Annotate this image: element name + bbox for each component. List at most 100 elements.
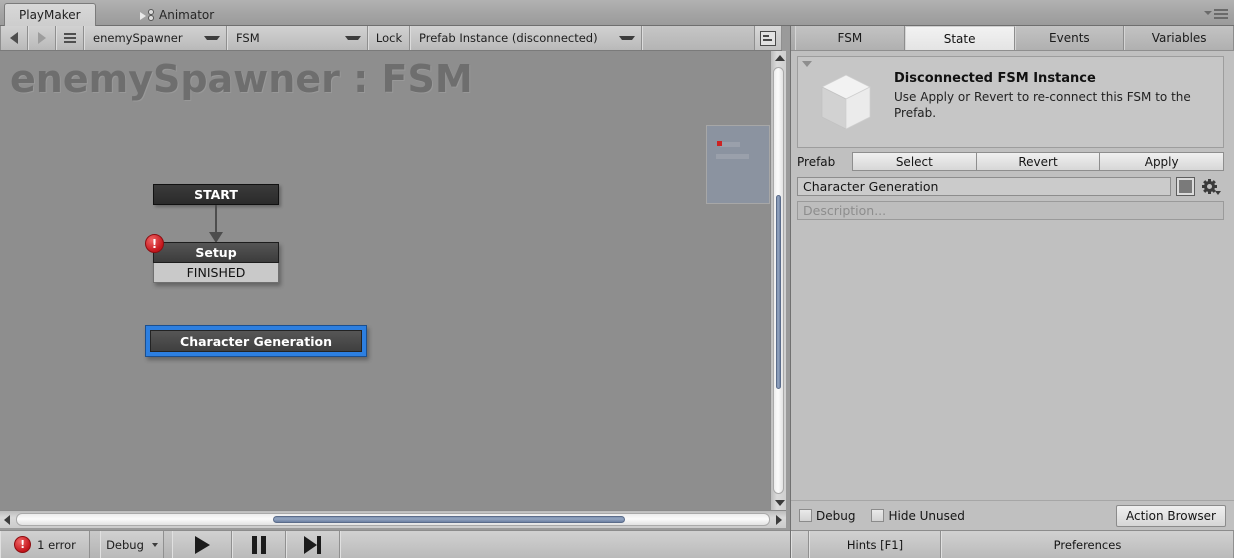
status-gap	[90, 531, 100, 558]
tab-fsm[interactable]: FSM	[795, 26, 905, 50]
fsm-selector-dropdown[interactable]: FSM	[227, 26, 368, 50]
chevron-down-icon	[151, 542, 158, 547]
inspector-panel: FSM State Events Variables Disconnected	[790, 26, 1234, 558]
layout-button[interactable]	[754, 26, 782, 50]
pause-button[interactable]	[232, 531, 286, 558]
prefab-notice-body: Use Apply or Revert to re-connect this F…	[894, 90, 1191, 121]
window-tab-label: PlayMaker	[19, 8, 81, 22]
object-selector-dropdown[interactable]: enemySpawner	[84, 26, 227, 50]
apply-button[interactable]: Apply	[1099, 152, 1225, 171]
scroll-left-icon[interactable]	[4, 515, 10, 525]
vertical-scrollbar[interactable]	[770, 51, 786, 510]
state-node-label: Setup	[153, 242, 279, 263]
error-count-label: 1 error	[37, 537, 76, 552]
checkbox-icon	[799, 509, 812, 522]
lock-label: Lock	[375, 31, 403, 45]
tab-label: FSM	[837, 31, 863, 45]
window-menu-icon[interactable]	[1204, 8, 1228, 20]
action-browser-button[interactable]: Action Browser	[1115, 504, 1226, 527]
status-bar-filler	[340, 531, 790, 558]
debug-label: Debug	[106, 537, 144, 552]
hide-unused-checkbox[interactable]: Hide Unused	[871, 509, 965, 523]
play-button[interactable]	[172, 531, 232, 558]
debug-checkbox-label: Debug	[816, 508, 856, 523]
prefab-actions-row: Prefab Select Revert Apply	[797, 152, 1225, 171]
vertical-scroll-thumb[interactable]	[776, 195, 781, 389]
inspector-body: Disconnected FSM Instance Use Apply or R…	[791, 51, 1234, 558]
tab-label: State	[943, 31, 976, 46]
fsm-graph-canvas[interactable]: enemySpawner : FSM START ! Setup FINISHE…	[0, 51, 770, 510]
fsm-selector-label: FSM	[236, 31, 260, 45]
arrow-left-icon	[10, 32, 18, 44]
tab-state[interactable]: State	[904, 26, 1015, 50]
inspector-status-bar: Hints [F1] Preferences	[791, 530, 1234, 558]
prefab-notice-box: Disconnected FSM Instance Use Apply or R…	[797, 56, 1224, 148]
debug-checkbox[interactable]: Debug	[799, 509, 855, 523]
scroll-right-icon[interactable]	[776, 515, 782, 525]
window-tab-bar: PlayMaker Animator	[0, 0, 1234, 26]
graph-title: enemySpawner : FSM	[10, 57, 473, 101]
scroll-down-icon[interactable]	[775, 500, 785, 506]
preferences-button[interactable]: Preferences	[941, 531, 1234, 558]
chevron-down-icon	[345, 36, 361, 40]
checkbox-icon	[871, 509, 885, 522]
prefab-status-label: Prefab Instance (disconnected)	[419, 31, 598, 45]
state-node-start[interactable]: START	[153, 184, 279, 205]
prefab-cube-icon	[821, 74, 871, 130]
debug-dropdown[interactable]: Debug	[100, 531, 164, 558]
play-icon	[194, 535, 210, 554]
tab-label: Variables	[1151, 31, 1207, 45]
prefab-label: Prefab	[797, 154, 836, 169]
minimap[interactable]	[706, 125, 770, 204]
forward-button[interactable]	[28, 26, 56, 50]
scroll-up-icon[interactable]	[775, 55, 785, 61]
gear-icon[interactable]	[1202, 179, 1221, 195]
description-input[interactable]: Description...	[797, 201, 1224, 220]
back-button[interactable]	[0, 26, 28, 50]
playmaker-window: PlayMaker Animator enemySpawner FSM Lock…	[0, 0, 1234, 558]
horizontal-scroll-thumb[interactable]	[273, 516, 625, 523]
window-tab-label: Animator	[159, 7, 215, 22]
revert-button[interactable]: Revert	[975, 152, 1101, 171]
minimap-error-dot	[717, 141, 722, 146]
state-node-character-generation[interactable]: Character Generation	[145, 325, 367, 357]
object-selector-label: enemySpawner	[93, 31, 183, 45]
prefab-notice-title: Disconnected FSM Instance	[894, 71, 1096, 86]
state-name-row: Character Generation	[797, 177, 1224, 196]
tab-label: Events	[1049, 31, 1090, 45]
animator-icon	[140, 8, 154, 21]
error-count-button[interactable]: ! 1 error	[0, 531, 90, 558]
step-button[interactable]	[286, 531, 340, 558]
state-event-finished[interactable]: FINISHED	[153, 263, 279, 283]
lock-button[interactable]: Lock	[368, 26, 410, 50]
window-tab-playmaker[interactable]: PlayMaker	[4, 3, 96, 26]
minimap-node	[720, 142, 740, 147]
error-icon: !	[14, 536, 32, 553]
graph-toolbar: enemySpawner FSM Lock Prefab Instance (d…	[0, 26, 782, 51]
select-button[interactable]: Select	[852, 152, 977, 171]
inspector-tab-bar: FSM State Events Variables	[791, 26, 1234, 51]
window-tab-animator[interactable]: Animator	[126, 3, 228, 26]
state-node-label: Character Generation	[150, 330, 362, 352]
color-swatch[interactable]	[1176, 177, 1195, 196]
horizontal-scrollbar[interactable]	[0, 510, 786, 528]
chevron-down-icon	[619, 36, 635, 40]
transition-line	[215, 205, 217, 235]
tab-variables[interactable]: Variables	[1124, 26, 1234, 50]
status-pad	[791, 531, 809, 558]
hints-button[interactable]: Hints [F1]	[809, 531, 941, 558]
state-node-setup[interactable]: ! Setup FINISHED	[145, 234, 279, 283]
status-gap	[164, 531, 172, 558]
arrow-right-icon	[38, 32, 46, 44]
error-icon[interactable]: !	[145, 234, 164, 253]
toolbar-menu-button[interactable]	[56, 26, 84, 50]
prefab-status-dropdown[interactable]: Prefab Instance (disconnected)	[410, 26, 642, 50]
minimap-node	[716, 154, 749, 159]
vertical-scroll-track[interactable]	[773, 67, 784, 494]
horizontal-scroll-track[interactable]	[16, 513, 770, 526]
foldout-caret-icon[interactable]	[802, 61, 812, 67]
state-name-input[interactable]: Character Generation	[797, 177, 1171, 196]
tab-events[interactable]: Events	[1014, 26, 1125, 50]
state-node-label: START	[194, 187, 238, 202]
inspector-footer: Debug Hide Unused Action Browser	[791, 500, 1234, 530]
